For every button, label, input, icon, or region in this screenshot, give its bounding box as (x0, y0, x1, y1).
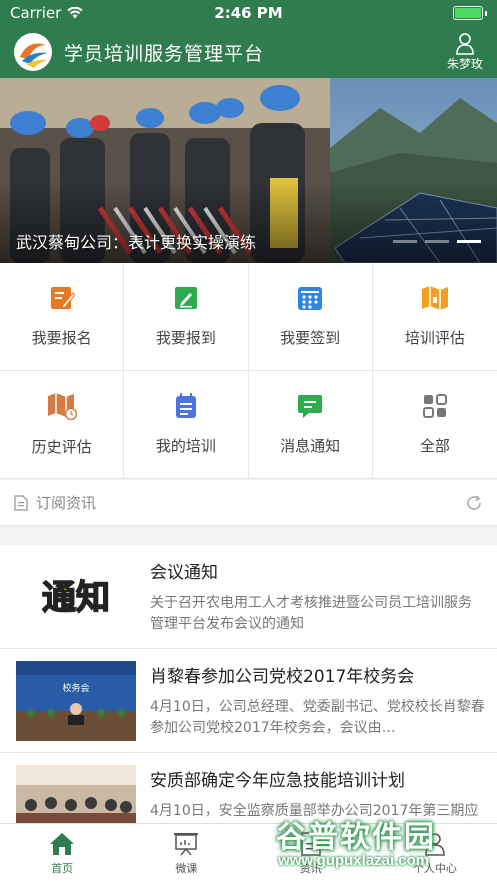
menu-item-history[interactable]: 历史评估 (0, 371, 125, 479)
news-item[interactable]: 校务会 肖黎春参加公司党校2017年校务会 4月10日，公司总经理、党委副书记、… (0, 649, 497, 753)
menu-item-evaluation[interactable]: 培训评估 (372, 263, 497, 371)
carousel-dot[interactable] (457, 240, 481, 243)
menu-label: 我要签到 (280, 329, 341, 347)
edit-doc-icon (50, 287, 75, 309)
menu-item-all[interactable]: 全部 (372, 371, 497, 479)
tab-label: 首页 (51, 861, 74, 875)
menu-label: 我要报名 (31, 329, 92, 347)
banner-caption: 武汉蔡甸公司：表计更换实操演练 (16, 233, 257, 252)
tab-bar: 首页 微课 资讯 个人中心 (0, 823, 497, 883)
calendar-grid-icon (298, 287, 323, 310)
menu-label: 历史评估 (31, 438, 92, 456)
news-thumbnail: 通知 (16, 556, 136, 637)
menu-label: 培训评估 (404, 329, 465, 347)
news-title: 肖黎春参加公司党校2017年校务会 (150, 667, 415, 687)
notebook-icon (175, 393, 196, 418)
menu-item-my-training[interactable]: 我的培训 (124, 371, 249, 479)
menu-label: 消息通知 (280, 437, 341, 455)
user-profile-button[interactable]: 朱梦玫 (446, 32, 483, 72)
news-list: 通知 会议通知 关于召开农电用工人才考核推进暨公司员工培训服务管理平台发布会议的… (0, 545, 497, 857)
carousel-dot[interactable] (393, 240, 417, 243)
app-logo (14, 33, 52, 71)
thumb-text: 校务会 (62, 682, 89, 694)
all-apps-icon (422, 394, 447, 418)
tab-label: 资讯 (299, 861, 322, 875)
message-icon (298, 395, 323, 418)
menu-label: 全部 (419, 437, 450, 455)
news-thumbnail: 校务会 (16, 660, 136, 741)
map-clock-icon (47, 393, 77, 420)
page-title: 学员培训服务管理平台 (64, 42, 265, 65)
home-icon (50, 832, 75, 855)
menu-item-report[interactable]: 我要报到 (124, 263, 249, 371)
menu-item-signin[interactable]: 我要签到 (248, 263, 373, 371)
header: 学员培训服务管理平台 朱梦玫 (0, 26, 497, 78)
news-summary: 4月10日，公司总经理、党委副书记、党校校长肖黎春参加公司党校2017年校务会，… (150, 699, 485, 736)
document-icon (14, 494, 28, 511)
carousel-dot[interactable] (425, 240, 449, 243)
presentation-icon (174, 832, 199, 855)
pencil-box-icon (174, 287, 197, 309)
function-grid: 我要报名 我要报到 我要签到 培训评估 历史评估 我的培训 消息通知 全部 (0, 263, 497, 479)
tab-home[interactable]: 首页 (0, 824, 124, 883)
subscribe-news-bar[interactable]: 订阅资讯 (0, 480, 497, 526)
person-icon (425, 832, 445, 856)
user-name: 朱梦玫 (446, 56, 483, 71)
clock: 2:46 PM (214, 4, 283, 22)
carousel-indicators[interactable] (393, 240, 481, 243)
news-summary: 关于召开农电用工人才考核推进暨公司员工培训服务管理平台发布会议的通知 (150, 595, 472, 632)
tab-label: 微课 (175, 861, 198, 875)
menu-item-register[interactable]: 我要报名 (0, 263, 125, 371)
news-title: 安质部确定今年应急技能培训计划 (150, 771, 405, 791)
tab-microcourse[interactable]: 微课 (124, 824, 248, 883)
news-item[interactable]: 通知 会议通知 关于召开农电用工人才考核推进暨公司员工培训服务管理平台发布会议的… (0, 545, 497, 649)
user-icon (456, 32, 474, 55)
tab-news[interactable]: 资讯 (249, 824, 373, 883)
status-bar: Carrier 2:46 PM (0, 0, 497, 26)
subscribe-label: 订阅资讯 (36, 494, 97, 512)
thumb-text: 通知 (42, 578, 110, 618)
map-icon (421, 286, 448, 310)
document-icon (300, 831, 321, 856)
menu-label: 我的培训 (155, 437, 216, 455)
menu-label: 我要报到 (155, 329, 216, 347)
refresh-icon[interactable] (465, 494, 483, 512)
banner-carousel[interactable]: 武汉蔡甸公司：表计更换实操演练 (0, 78, 497, 263)
tab-profile[interactable]: 个人中心 (373, 824, 497, 883)
menu-item-messages[interactable]: 消息通知 (248, 371, 373, 479)
tab-label: 个人中心 (412, 861, 457, 875)
news-title: 会议通知 (150, 563, 218, 583)
